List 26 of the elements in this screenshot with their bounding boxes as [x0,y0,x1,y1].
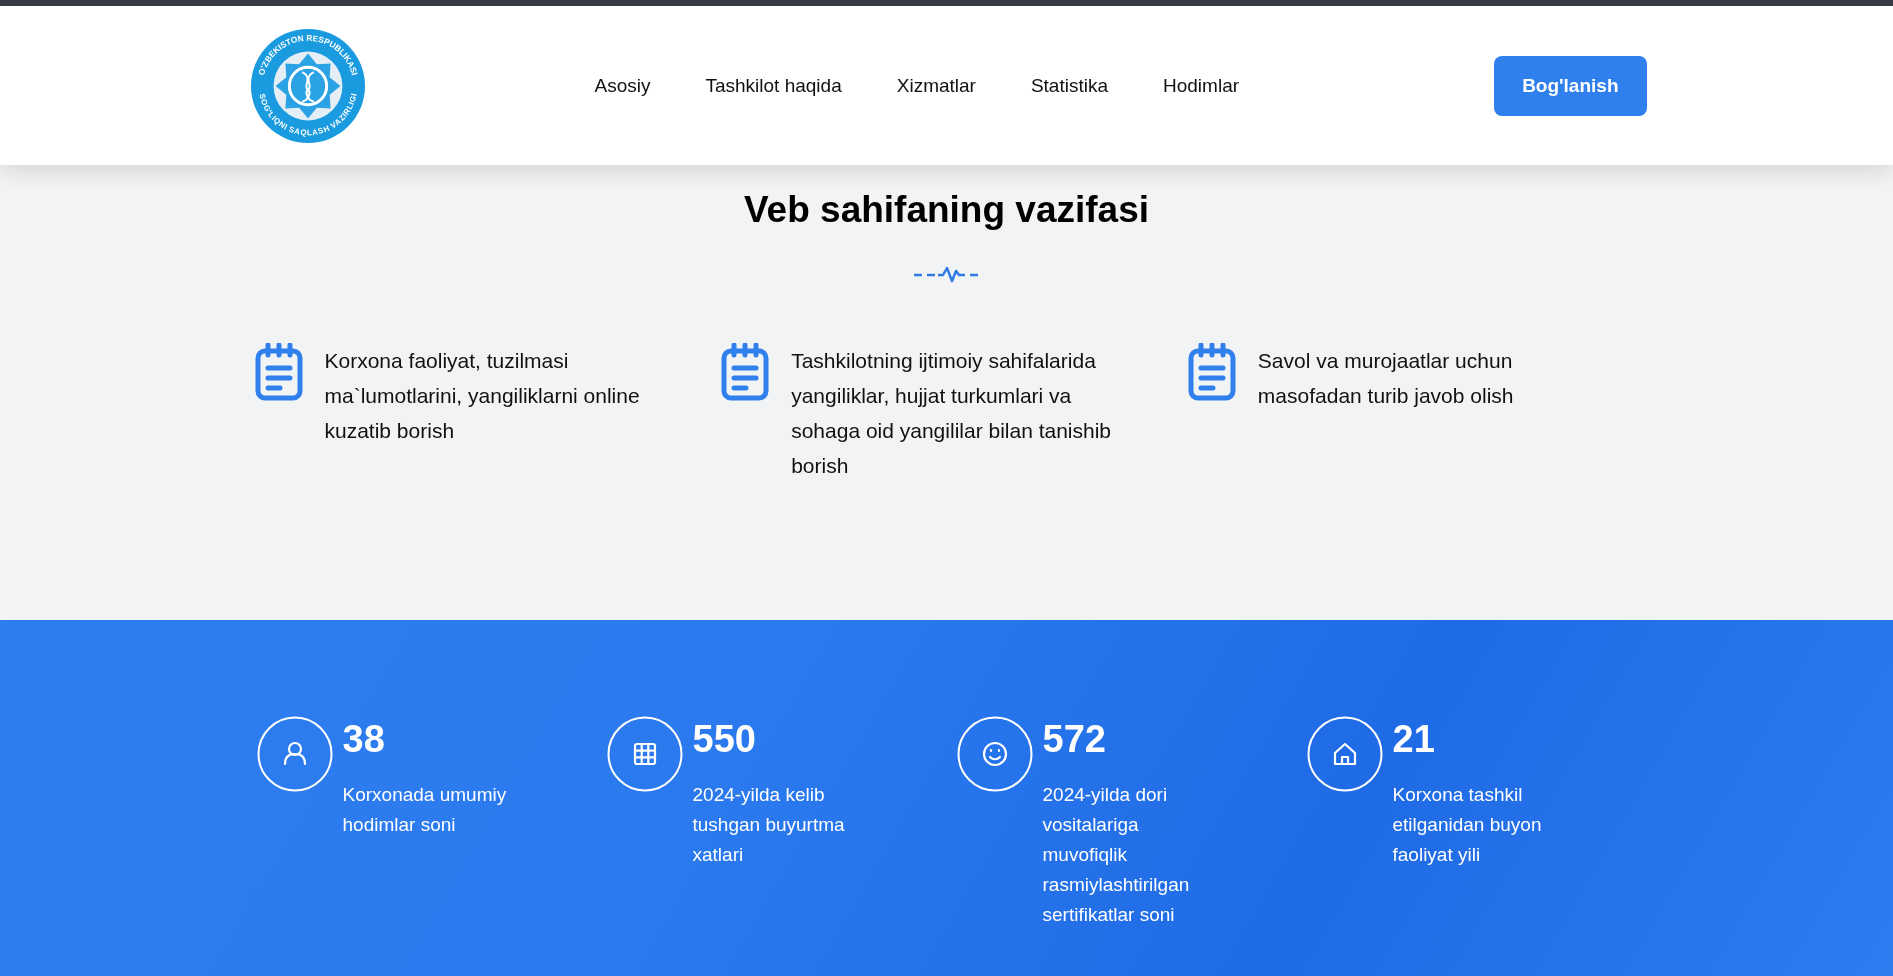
section-title: Veb sahifaning vazifasi [743,189,1150,231]
nav-link[interactable]: Xizmatlar [896,74,976,97]
stat-value: 21 [1392,720,1436,758]
stat-value: 572 [1042,720,1107,758]
notepad-icon [721,343,770,401]
stat-label: 2024-yilda dori vositalariga muvofiqlik rasmiylashtirilgan sertifikatlar soni [1042,783,1191,927]
stat-label: Korxona tashkil etilganidan buyon faoliyat yili [1392,783,1543,867]
stat-label: 2024-yilda kelib tushgan buyurtma xatlari [692,783,846,867]
pulse-divider-icon [912,265,981,283]
person-icon [256,716,333,792]
stat-label: Korxonada umumiy hodimlar soni [342,783,508,837]
feature-text: Savol va murojaatlar uchun masofadan turib javob olish [1257,348,1515,409]
nav-link[interactable]: Asosiy [594,74,651,97]
nav-link[interactable]: Hodimlar [1163,74,1240,97]
nav-link[interactable]: Tashkilot haqida [705,74,842,97]
feature-text: Korxona faoliyat, tuzilmasi ma`lumotlarini, yangiliklarni online kuzatib borish [324,348,641,444]
nav-link[interactable]: Statistika [1030,74,1108,97]
house-icon [1306,716,1383,792]
notepad-icon [1187,343,1236,401]
notepad-icon [254,343,303,401]
stat-value: 550 [692,720,757,758]
contact-button[interactable]: Bog'lanish [1494,55,1647,116]
smiley-icon [956,716,1033,792]
grid-icon [606,716,683,792]
feature-text: Tashkilotning ijtimoiy sahifalarida yangiliklar, hujjat turkumlari va sohaga oid yangililar bilan tanishib borish [791,348,1113,479]
stat-value: 38 [342,720,386,758]
